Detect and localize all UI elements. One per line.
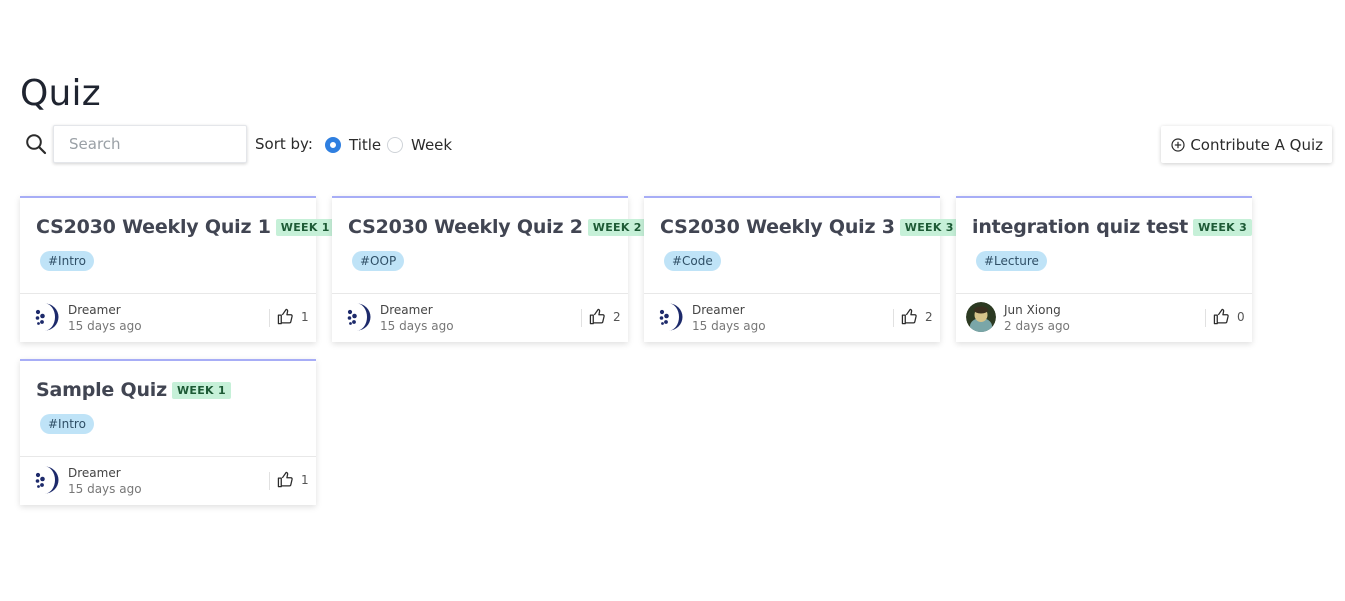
quiz-card[interactable]: CS2030 Weekly Quiz 1 WEEK 1 #Intro Dream…	[20, 196, 335, 342]
topic-tag[interactable]: #Code	[664, 251, 721, 271]
topic-tag[interactable]: #OOP	[352, 251, 405, 271]
week-badge: WEEK 3	[899, 218, 959, 236]
quiz-card[interactable]: integration quiz test WEEK 3 #Lecture Ju…	[956, 196, 1253, 342]
sort-radio-title-label: Title	[349, 136, 382, 154]
like-count: 1	[301, 310, 309, 324]
quiz-card-footer: Jun Xiong 2 days ago 0	[956, 294, 1252, 342]
contribute-quiz-label: Contribute A Quiz	[1190, 135, 1323, 154]
quiz-card[interactable]: Sample Quiz WEEK 1 #Intro Dreamer 15 day…	[20, 359, 316, 505]
avatar	[30, 302, 60, 332]
quiz-title[interactable]: CS2030 Weekly Quiz 1	[36, 216, 271, 238]
like-count: 1	[301, 473, 309, 487]
thumbs-up-icon[interactable]	[277, 308, 294, 325]
posted-time: 15 days ago	[68, 319, 142, 333]
quiz-card-header: CS2030 Weekly Quiz 2 WEEK 2 #OOP	[332, 198, 647, 294]
week-badge: WEEK 1	[275, 218, 335, 236]
author-name: Dreamer	[68, 466, 121, 480]
like-count: 0	[1237, 310, 1245, 324]
radio-checked-indicator	[325, 137, 341, 153]
quiz-title[interactable]: integration quiz test	[972, 216, 1188, 238]
quiz-card-footer: Dreamer 15 days ago 2	[332, 294, 628, 342]
topic-tag[interactable]: #Intro	[40, 251, 94, 271]
posted-time: 15 days ago	[692, 319, 766, 333]
contribute-quiz-button[interactable]: Contribute A Quiz	[1161, 126, 1332, 163]
divider	[1205, 309, 1206, 327]
avatar	[342, 302, 372, 332]
sort-radio-title[interactable]: Title	[325, 136, 381, 154]
sort-by-label: Sort by:	[255, 135, 313, 153]
quiz-title[interactable]: CS2030 Weekly Quiz 2	[348, 216, 583, 238]
like-count: 2	[613, 310, 621, 324]
quiz-title[interactable]: Sample Quiz	[36, 379, 167, 401]
quiz-card-footer: Dreamer 15 days ago 1	[20, 457, 316, 505]
avatar	[654, 302, 684, 332]
search-icon[interactable]	[25, 133, 47, 155]
quiz-card-header: CS2030 Weekly Quiz 1 WEEK 1 #Intro	[20, 198, 335, 294]
page-title: Quiz	[20, 73, 101, 114]
posted-time: 15 days ago	[380, 319, 454, 333]
thumbs-up-icon[interactable]	[277, 471, 294, 488]
radio-unchecked-indicator	[387, 137, 403, 153]
week-badge: WEEK 2	[587, 218, 647, 236]
divider	[581, 309, 582, 327]
thumbs-up-icon[interactable]	[1213, 308, 1230, 325]
quiz-card[interactable]: CS2030 Weekly Quiz 3 WEEK 3 #Code Dreame…	[644, 196, 959, 342]
sort-radio-week-label: Week	[411, 136, 453, 154]
toolbar: Sort by: Title Week Contribute A Quiz	[20, 125, 1332, 163]
like-count: 2	[925, 310, 933, 324]
author-name: Jun Xiong	[1004, 303, 1061, 317]
avatar	[30, 465, 60, 495]
avatar	[966, 302, 996, 332]
week-badge: WEEK 3	[1193, 218, 1253, 236]
posted-time: 15 days ago	[68, 482, 142, 496]
author-name: Dreamer	[692, 303, 745, 317]
plus-circle-icon	[1171, 137, 1185, 152]
sort-radio-week[interactable]: Week	[387, 136, 452, 154]
quiz-card-header: CS2030 Weekly Quiz 3 WEEK 3 #Code	[644, 198, 959, 294]
thumbs-up-icon[interactable]	[901, 308, 918, 325]
quiz-card[interactable]: CS2030 Weekly Quiz 2 WEEK 2 #OOP Dreamer…	[332, 196, 647, 342]
quiz-card-header: Sample Quiz WEEK 1 #Intro	[20, 361, 316, 457]
topic-tag[interactable]: #Intro	[40, 414, 94, 434]
posted-time: 2 days ago	[1004, 319, 1070, 333]
author-name: Dreamer	[380, 303, 433, 317]
quiz-title[interactable]: CS2030 Weekly Quiz 3	[660, 216, 895, 238]
divider	[269, 472, 270, 490]
week-badge: WEEK 1	[171, 381, 231, 399]
author-name: Dreamer	[68, 303, 121, 317]
quiz-card-footer: Dreamer 15 days ago 2	[644, 294, 940, 342]
topic-tag[interactable]: #Lecture	[976, 251, 1047, 271]
divider	[893, 309, 894, 327]
thumbs-up-icon[interactable]	[589, 308, 606, 325]
divider	[269, 309, 270, 327]
quiz-card-header: integration quiz test WEEK 3 #Lecture	[956, 198, 1253, 294]
search-input[interactable]	[53, 125, 247, 163]
quiz-card-footer: Dreamer 15 days ago 1	[20, 294, 316, 342]
